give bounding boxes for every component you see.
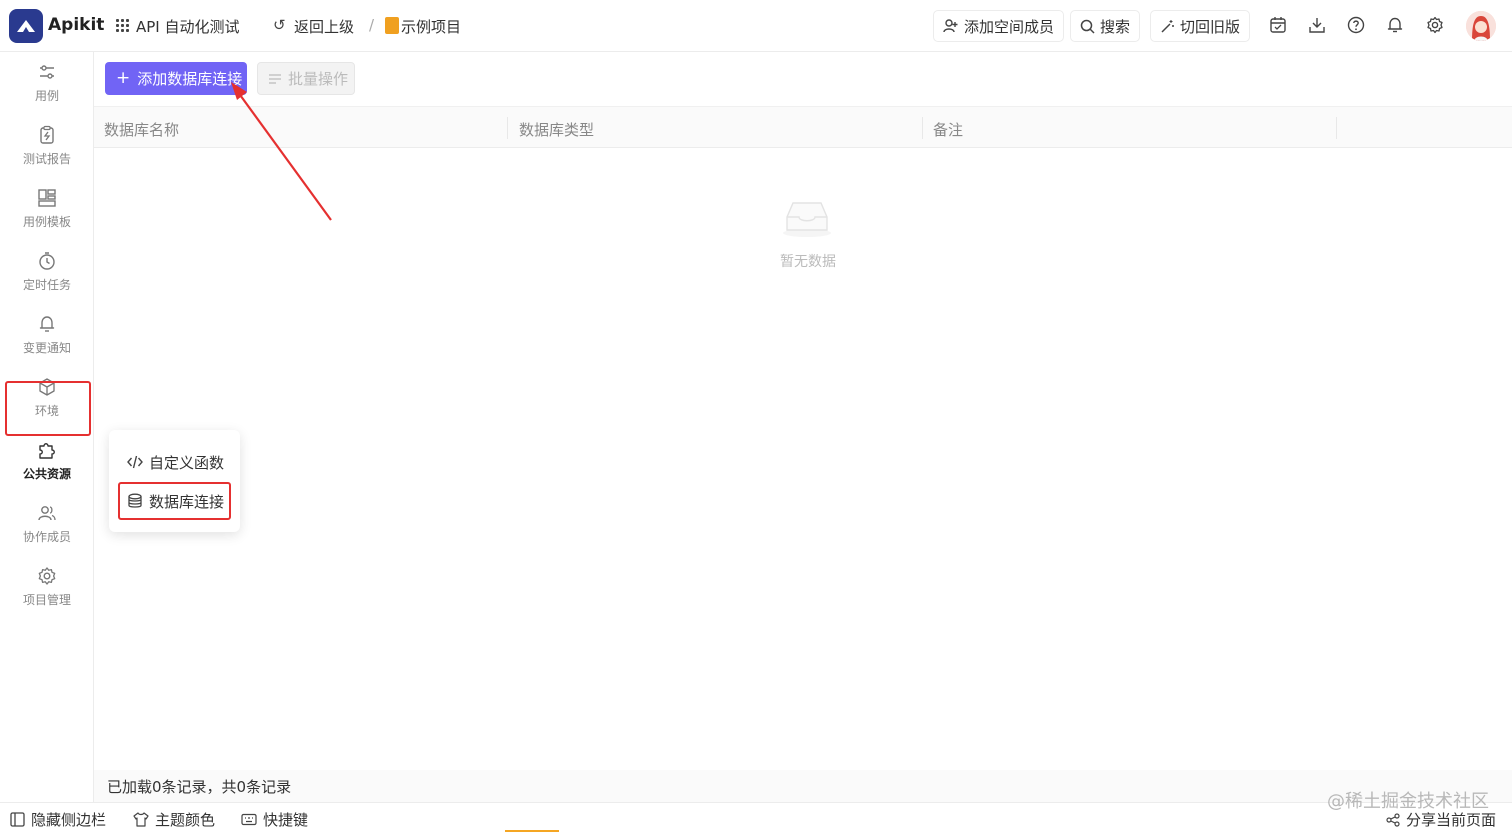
switch-old-version-button[interactable]: 切回旧版 [1150,10,1251,42]
brand-name: Apikit [48,15,105,35]
sidebar-item-change-notification[interactable]: 变更通知 [0,314,94,372]
watermark-text: @稀土掘金技术社区 [1327,791,1489,812]
sidebar-item-test-report[interactable]: 测试报告 [0,125,94,183]
calendar-icon[interactable] [1268,15,1288,35]
add-member-label: 添加空间成员 [964,17,1055,36]
sidebar-item-cases[interactable]: 用例 [0,62,94,120]
popover-item-label: 自定义函数 [149,453,225,472]
sidebar-item-project-management[interactable]: 项目管理 [0,566,94,624]
sidebar-item-scheduled-tasks[interactable]: 定时任务 [0,251,94,309]
shortcuts-button[interactable]: 快捷键 [241,809,308,830]
sidebar-item-label: 用例 [34,89,59,103]
project-name[interactable]: 示例项目 [401,16,461,37]
code-icon [127,455,143,469]
switch-old-version-label: 切回旧版 [1180,17,1241,36]
timer-icon [39,252,55,270]
sidebar-item-label: 变更通知 [22,341,71,355]
sidebar-item-label: 用例模板 [22,215,71,229]
shirt-icon [133,812,149,827]
users-icon [38,506,56,521]
column-header-db-name[interactable]: 数据库名称 [104,119,179,140]
records-summary-text: 已加载0条记录，共0条记录 [107,778,292,796]
highlight-box-database-connection [118,482,231,520]
theme-color-label: 主题颜色 [155,811,216,829]
download-icon[interactable] [1307,15,1327,35]
annotation-arrow [231,82,332,221]
workspace-name[interactable]: API 自动化测试 [136,16,240,37]
column-divider[interactable] [507,117,508,139]
hide-sidebar-button[interactable]: 隐藏侧边栏 [10,809,106,830]
sliders-icon [40,65,54,79]
puzzle-icon [39,443,55,459]
search-icon [1080,19,1095,34]
keyboard-icon [241,813,257,826]
highlight-box-public-resources [5,381,91,436]
empty-inbox-icon [781,197,833,237]
breadcrumb-separator: / [369,16,375,34]
report-icon [40,125,54,144]
back-arrow-icon[interactable]: ↺ [273,16,286,34]
apikit-logo-icon[interactable] [9,9,43,43]
search-button[interactable]: 搜索 [1070,10,1141,42]
sidebar-item-public-resources[interactable]: 公共资源 [0,440,94,498]
column-header-remark[interactable]: 备注 [933,119,963,140]
plus-icon: + [116,68,131,88]
column-header-db-type[interactable]: 数据库类型 [519,119,594,140]
share-icon [1386,812,1400,827]
sidebar-item-label: 协作成员 [22,530,71,544]
sidebar-item-case-template[interactable]: 用例模板 [0,188,94,246]
bell-icon [39,316,55,332]
gift-icon [385,17,399,34]
back-button[interactable]: 返回上级 [294,16,354,37]
add-member-button[interactable]: 添加空间成员 [933,10,1065,42]
gear-icon [38,567,56,585]
settings-gear-icon[interactable] [1425,15,1445,35]
sidebar-item-label: 测试报告 [22,152,71,166]
records-summary-bar: 已加载0条记录，共0条记录 [94,770,1512,802]
column-divider[interactable] [922,117,923,139]
theme-color-button[interactable]: 主题颜色 [133,809,215,830]
help-icon[interactable] [1346,15,1366,35]
user-avatar[interactable] [1466,11,1496,41]
template-icon [38,189,56,207]
shortcuts-label: 快捷键 [263,811,309,829]
column-divider[interactable] [1336,117,1337,139]
sidebar-item-label: 项目管理 [22,593,71,607]
sidebar-toggle-icon [10,812,25,827]
hide-sidebar-label: 隐藏侧边栏 [31,811,107,829]
magic-wand-icon [1161,19,1174,33]
workspace-grid-icon[interactable] [116,19,129,32]
add-user-icon [943,19,958,33]
sidebar-item-label: 公共资源 [22,467,71,481]
sidebar-item-collaborators[interactable]: 协作成员 [0,503,94,561]
bottom-bar: 隐藏侧边栏 主题颜色 快捷键 分享当前页面 [0,802,1512,832]
empty-state-text: 暂无数据 [780,254,836,270]
sidebar-item-label: 定时任务 [22,278,71,292]
popover-item-custom-functions[interactable]: 自定义函数 [127,450,224,474]
notification-bell-icon[interactable] [1385,15,1405,35]
search-label: 搜索 [1100,17,1131,36]
